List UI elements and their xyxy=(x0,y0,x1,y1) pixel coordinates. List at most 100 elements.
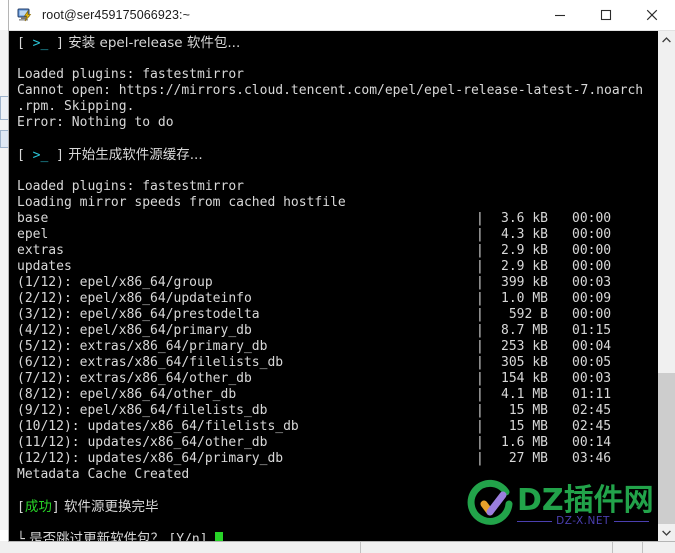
repo-name: (12/12): updates/x86_64/primary_db xyxy=(17,451,284,466)
repo-name: extras xyxy=(17,243,64,258)
terminal-text-line: Loading mirror speeds from cached hostfi… xyxy=(9,195,657,211)
repo-size: 4.3 kB xyxy=(501,227,548,242)
repo-separator: | xyxy=(476,323,484,338)
repo-name: (8/12): epel/x86_64/other_db xyxy=(17,387,237,402)
repo-name: (11/12): updates/x86_64/other_db xyxy=(17,435,268,450)
repo-size: 27 MB xyxy=(508,451,548,466)
repo-separator: | xyxy=(476,371,484,386)
repo-separator: | xyxy=(476,307,484,322)
repo-name: updates xyxy=(17,259,72,274)
repo-name: (2/12): epel/x86_64/updateinfo xyxy=(17,291,252,306)
scroll-up-arrow-icon[interactable] xyxy=(658,31,675,48)
prompt-bracket-open: [ xyxy=(17,36,33,51)
repo-size: 592 B xyxy=(508,307,548,322)
repo-time: 00:00 xyxy=(572,227,612,242)
terminal-output[interactable]: [ >_ ] 安装 epel-release 软件包... Loaded plu… xyxy=(9,31,657,541)
repo-size: 253 kB xyxy=(501,339,548,354)
repo-separator: | xyxy=(476,419,484,434)
terminal-text: .rpm. Skipping. xyxy=(17,99,135,114)
background-window-seam-1 xyxy=(360,541,361,553)
putty-terminal-window: root@ser459175066923:~ [ >_ ] 安装 epel-re… xyxy=(9,0,675,541)
minimize-button[interactable] xyxy=(537,1,583,30)
terminal-prompt-line: [ >_ ] 开始生成软件源缓存... xyxy=(9,147,657,163)
repo-separator: | xyxy=(476,227,484,242)
question-choices: [Y/n] xyxy=(168,532,216,541)
terminal-repo-line: (10/12): updates/x86_64/filelists_db | 15 … xyxy=(9,419,657,435)
terminal-prompt-line: [ >_ ] 安装 epel-release 软件包... xyxy=(9,35,657,51)
terminal-repo-line: base | 3.6 kB 00:00 xyxy=(9,211,657,227)
repo-size: 305 kB xyxy=(501,355,548,370)
repo-time: 02:45 xyxy=(572,403,612,418)
status-badge: 成功 xyxy=(24,499,52,515)
branch-glyph-icon: └ xyxy=(17,532,25,541)
terminal-text-line: Cannot open: https://mirrors.cloud.tence… xyxy=(9,83,657,99)
repo-size: 1.0 MB xyxy=(501,291,548,306)
repo-separator: | xyxy=(476,451,484,466)
terminal-text: Error: Nothing to do xyxy=(17,115,174,130)
terminal-text: Loaded plugins: fastestmirror xyxy=(17,67,244,82)
repo-separator: | xyxy=(476,403,484,418)
repo-size: 15 MB xyxy=(508,419,548,434)
vertical-scrollbar[interactable] xyxy=(657,31,675,541)
background-window-bottom-edge xyxy=(0,541,675,553)
terminal-repo-line: updates | 2.9 kB 00:00 xyxy=(9,259,657,275)
scrollbar-thumb[interactable] xyxy=(658,373,675,524)
title-bar: root@ser459175066923:~ xyxy=(9,0,675,31)
terminal-text-line: Loaded plugins: fastestmirror xyxy=(9,67,657,83)
repo-separator: | xyxy=(476,291,484,306)
repo-separator: | xyxy=(476,211,484,226)
repo-size: 1.6 MB xyxy=(501,435,548,450)
terminal-repo-line: (6/12): extras/x86_64/filelists_db | 305 k… xyxy=(9,355,657,371)
prompt-marker-icon: >_ xyxy=(32,36,49,51)
terminal-text: Metadata Cache Created xyxy=(17,467,190,482)
terminal-repo-line: (5/12): extras/x86_64/primary_db | 253 kB 0… xyxy=(9,339,657,355)
terminal-repo-line: (9/12): epel/x86_64/filelists_db | 15 MB 02… xyxy=(9,403,657,419)
repo-separator: | xyxy=(476,435,484,450)
repo-size: 2.9 kB xyxy=(501,243,548,258)
repo-name: (10/12): updates/x86_64/filelists_db xyxy=(17,419,299,434)
terminal-repo-line: epel | 4.3 kB 00:00 xyxy=(9,227,657,243)
repo-size: 2.9 kB xyxy=(501,259,548,274)
putty-terminal-icon xyxy=(17,7,33,23)
background-window-seam-2 xyxy=(612,541,613,553)
terminal-text-line: Metadata Cache Created xyxy=(9,467,657,483)
terminal-repo-line: (3/12): epel/x86_64/prestodelta | 592 B 00:… xyxy=(9,307,657,323)
prompt-bracket-open: [ xyxy=(17,148,33,163)
terminal-text: Loaded plugins: fastestmirror xyxy=(17,179,244,194)
repo-time: 00:00 xyxy=(572,307,612,322)
terminal-text-line: Loaded plugins: fastestmirror xyxy=(9,179,657,195)
terminal-repo-line: (7/12): extras/x86_64/other_db | 154 kB 00:… xyxy=(9,371,657,387)
terminal-repo-line: (2/12): epel/x86_64/updateinfo | 1.0 MB 00:… xyxy=(9,291,657,307)
repo-time: 01:15 xyxy=(572,323,612,338)
repo-name: (1/12): epel/x86_64/group xyxy=(17,275,213,290)
terminal-repo-line: (1/12): epel/x86_64/group | 399 kB 00:03 xyxy=(9,275,657,291)
repo-time: 00:00 xyxy=(572,243,612,258)
repo-separator: | xyxy=(476,387,484,402)
terminal-repo-line: (8/12): epel/x86_64/other_db | 4.1 MB 01:11 xyxy=(9,387,657,403)
terminal-text-line: .rpm. Skipping. xyxy=(9,99,657,115)
repo-name: (9/12): epel/x86_64/filelists_db xyxy=(17,403,268,418)
close-button[interactable] xyxy=(629,1,675,30)
terminal-text: Cannot open: https://mirrors.cloud.tence… xyxy=(17,83,644,98)
terminal-repo-line: (11/12): updates/x86_64/other_db | 1.6 MB 0… xyxy=(9,435,657,451)
repo-name: (6/12): extras/x86_64/filelists_db xyxy=(17,355,284,370)
terminal-cursor xyxy=(215,532,224,541)
terminal-repo-line: (4/12): epel/x86_64/primary_db | 8.7 MB 01:… xyxy=(9,323,657,339)
prompt-bracket-close: ] xyxy=(48,148,64,163)
maximize-button[interactable] xyxy=(583,1,629,30)
repo-separator: | xyxy=(476,355,484,370)
terminal-text: Loading mirror speeds from cached hostfi… xyxy=(17,195,346,210)
repo-time: 00:09 xyxy=(572,291,612,306)
repo-name: (5/12): extras/x86_64/primary_db xyxy=(17,339,268,354)
repo-time: 00:03 xyxy=(572,275,612,290)
repo-time: 03:46 xyxy=(572,451,612,466)
scroll-down-arrow-icon[interactable] xyxy=(658,524,675,541)
status-text: 软件源更换完毕 xyxy=(59,499,159,515)
prompt-marker-icon: >_ xyxy=(32,148,49,163)
status-bracket-close: ] xyxy=(51,500,60,515)
